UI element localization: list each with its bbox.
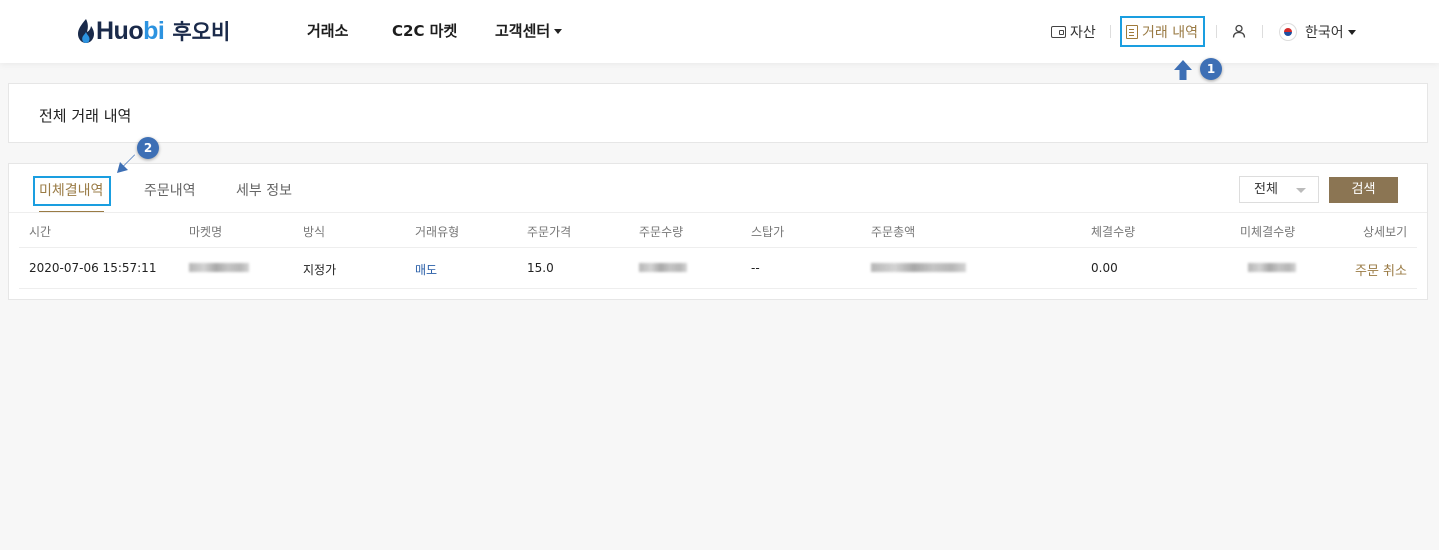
column-header-details: 상세보기: [1363, 225, 1408, 239]
column-header-quantity: 주문수량: [639, 225, 684, 239]
column-header-total: 주문총액: [871, 225, 916, 239]
cell-trade-type: 매도: [415, 263, 438, 277]
column-header-stop-price: 스탑가: [751, 225, 785, 239]
divider: [1216, 25, 1217, 38]
assets-link[interactable]: 자산: [1051, 22, 1096, 42]
cell-total-redacted: [871, 263, 966, 272]
divider: [1262, 25, 1263, 38]
divider: [19, 288, 1417, 289]
divider: [19, 247, 1417, 248]
flame-icon: [78, 19, 94, 43]
column-header-filled: 체결수량: [1091, 225, 1136, 239]
cell-filled: 0.00: [1091, 261, 1118, 275]
document-icon: [1126, 25, 1138, 39]
cell-method: 지정가: [303, 263, 337, 277]
divider: [9, 212, 1427, 213]
tab-open-orders[interactable]: 미체결내역: [39, 180, 103, 200]
trade-history-link[interactable]: 거래 내역: [1126, 22, 1198, 42]
arrow-up-icon: [1174, 60, 1192, 80]
assets-label: 자산: [1070, 25, 1096, 41]
column-header-trade-type: 거래유형: [415, 225, 460, 239]
nav-customer-center[interactable]: 고객센터: [495, 20, 563, 41]
divider: [1110, 25, 1111, 38]
column-header-method: 방식: [303, 225, 326, 239]
cancel-order-link[interactable]: 주문 취소: [1355, 260, 1407, 279]
nav-exchange[interactable]: 거래소: [307, 20, 348, 41]
top-navigation-bar: Huobi 후오비 거래소 C2C 마켓 고객센터 자산 거래 내역 한국어: [0, 0, 1439, 63]
huobi-logo[interactable]: Huobi 후오비: [77, 16, 230, 46]
user-icon[interactable]: [1232, 24, 1246, 38]
column-header-market: 마켓명: [189, 225, 223, 239]
filter-selected-value: 전체: [1254, 182, 1278, 197]
cell-stop-price: --: [751, 261, 760, 275]
step-badge-2: 2: [137, 137, 159, 159]
cell-unfilled-redacted: [1248, 263, 1296, 272]
cell-market-redacted: [189, 263, 249, 272]
chevron-down-icon: [1296, 188, 1306, 193]
cell-quantity-redacted: [639, 263, 687, 272]
wallet-icon: [1051, 26, 1066, 38]
column-header-unfilled: 미체결수량: [1240, 225, 1296, 239]
tab-details[interactable]: 세부 정보: [236, 180, 292, 200]
logo-wordmark: Huobi: [96, 16, 165, 45]
tab-order-history[interactable]: 주문내역: [144, 180, 196, 200]
cell-time: 2020-07-06 15:57:11: [29, 261, 157, 275]
column-header-time: 시간: [29, 225, 52, 239]
page-title: 전체 거래 내역: [39, 107, 132, 125]
arrow-down-left-icon: [117, 154, 135, 173]
nav-c2c-market[interactable]: C2C 마켓: [392, 20, 457, 41]
cell-price: 15.0: [527, 261, 554, 275]
language-selector[interactable]: 한국어: [1279, 22, 1356, 42]
chevron-down-icon: [1347, 29, 1356, 35]
language-label: 한국어: [1305, 25, 1344, 41]
chevron-down-icon: [554, 29, 563, 34]
column-header-price: 주문가격: [527, 225, 572, 239]
korea-flag-icon: [1279, 23, 1297, 41]
logo-korean-name: 후오비: [172, 20, 231, 44]
filter-select[interactable]: 전체: [1239, 176, 1319, 203]
step-badge-1: 1: [1200, 58, 1222, 80]
trade-history-label: 거래 내역: [1142, 25, 1198, 41]
orders-panel: 미체결내역 주문내역 세부 정보 전체 검색 시간 마켓명 방식 거래유형 주문…: [8, 163, 1428, 300]
search-button[interactable]: 검색: [1329, 177, 1398, 203]
page-title-panel: 전체 거래 내역: [8, 83, 1428, 143]
